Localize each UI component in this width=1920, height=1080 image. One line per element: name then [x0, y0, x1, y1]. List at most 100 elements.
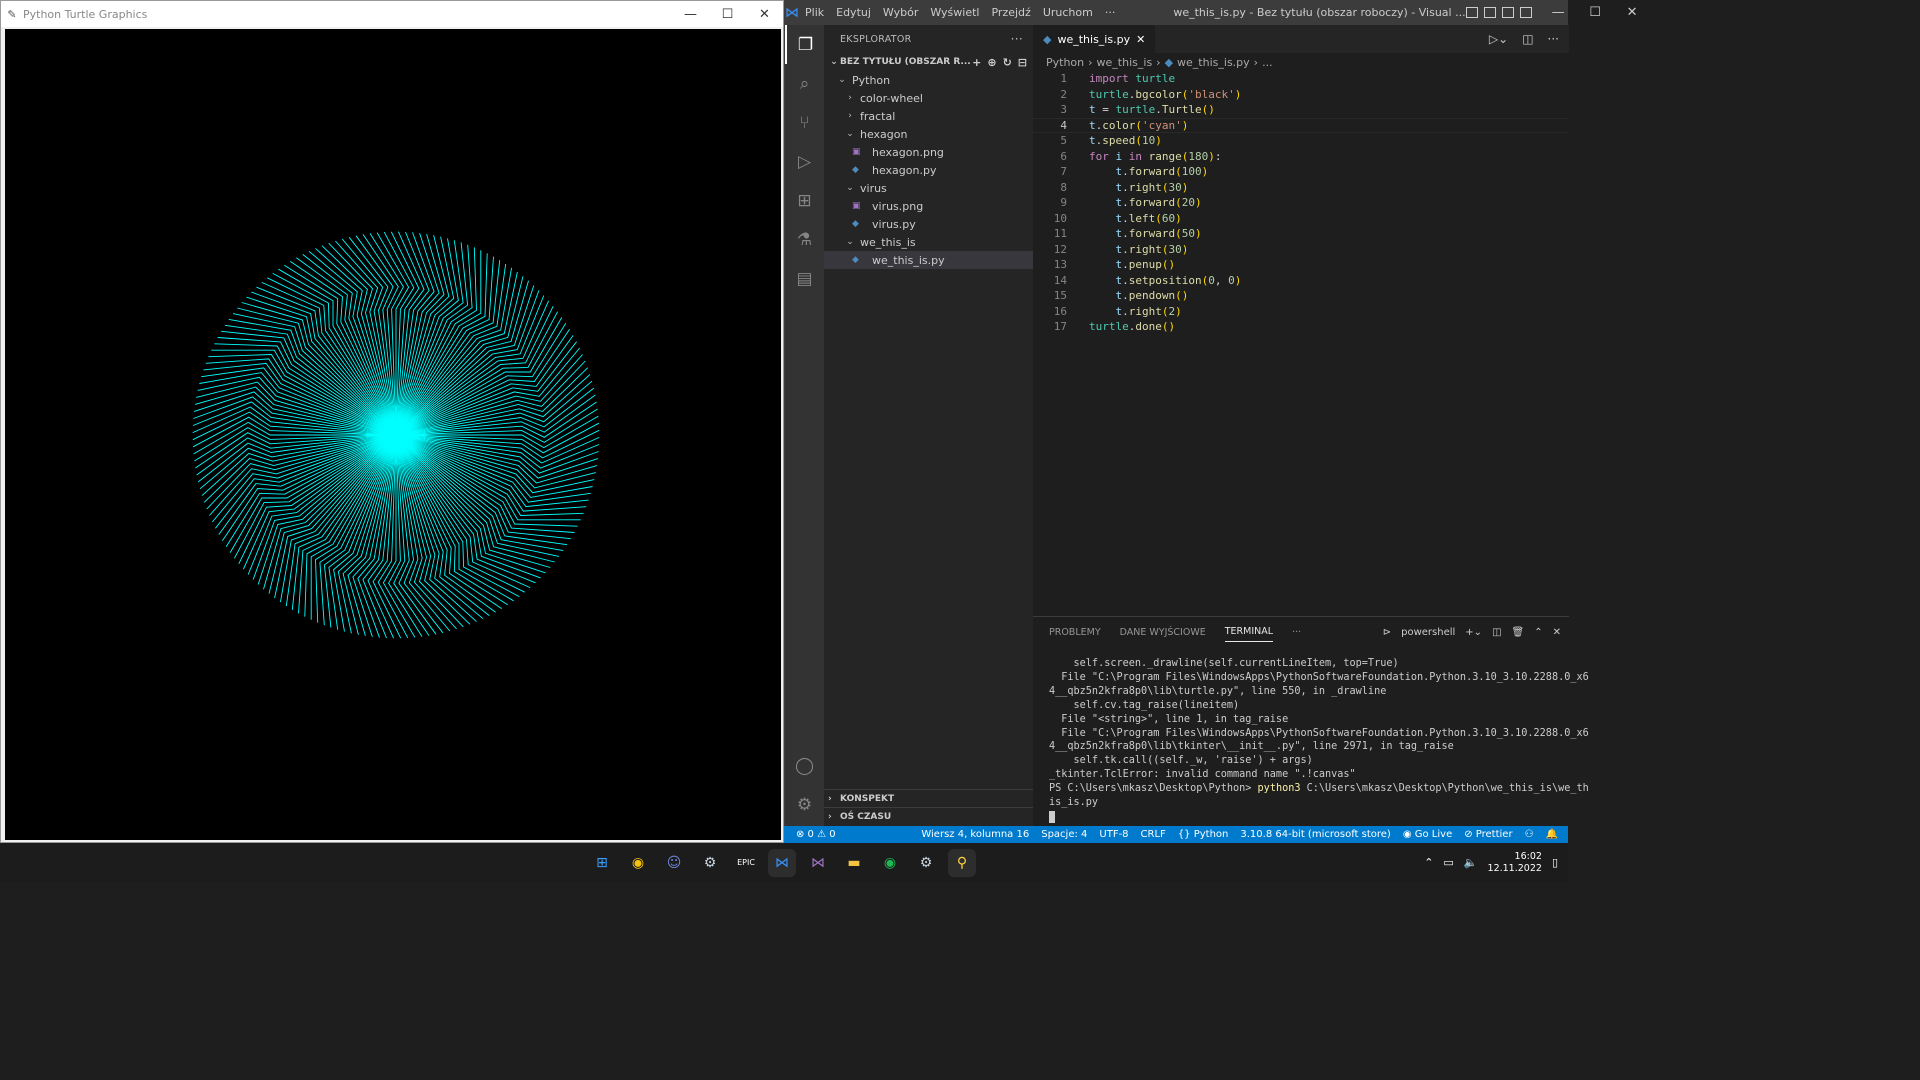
tab-problems[interactable]: PROBLEMY: [1049, 627, 1101, 638]
code-line[interactable]: 11 t.forward(50): [1033, 226, 1569, 242]
source-control-icon[interactable]: ⑂: [785, 103, 824, 142]
menu-item[interactable]: ···: [1099, 6, 1122, 19]
close-button[interactable]: ✕: [746, 7, 783, 22]
more-actions-icon[interactable]: ···: [1292, 627, 1301, 638]
timeline-section[interactable]: › OŚ CZASU: [824, 807, 1033, 825]
split-editor-icon[interactable]: ◫: [1522, 32, 1533, 46]
network-icon[interactable]: ▭: [1443, 856, 1453, 869]
new-terminal-icon[interactable]: +⌄: [1465, 627, 1482, 638]
menu-item[interactable]: Przejdź: [985, 6, 1036, 19]
indentation[interactable]: Spacje: 4: [1041, 829, 1087, 840]
minimize-button[interactable]: —: [1540, 5, 1577, 20]
tab-terminal[interactable]: TERMINAL: [1224, 626, 1274, 642]
toggle-panel-icon[interactable]: [1483, 7, 1496, 18]
split-terminal-icon[interactable]: ◫: [1492, 627, 1501, 638]
bell-icon[interactable]: 🔔: [1546, 829, 1558, 840]
code-line[interactable]: 7 t.forward(100): [1033, 164, 1569, 180]
chevron-up-icon[interactable]: ⌃: [1424, 856, 1433, 869]
steam-icon[interactable]: ⚙: [912, 849, 940, 877]
run-file-icon[interactable]: ▷⌄: [1489, 32, 1508, 46]
file-explorer-icon[interactable]: ▬: [840, 849, 868, 877]
terminal-output[interactable]: self.screen._drawline(self.currentLineIt…: [1033, 647, 1589, 823]
minimize-button[interactable]: —: [672, 7, 709, 22]
file-item[interactable]: ◆ we_this_is.py: [824, 251, 1033, 269]
cursor-position[interactable]: Wiersz 4, kolumna 16: [921, 829, 1029, 840]
refresh-icon[interactable]: ↻: [1003, 56, 1012, 69]
folder-item[interactable]: › fractal: [824, 107, 1033, 125]
steam-icon[interactable]: ⚙: [696, 849, 724, 877]
file-item[interactable]: ◆ virus.py: [824, 215, 1033, 233]
code-line[interactable]: 14 t.setposition(0, 0): [1033, 273, 1569, 289]
tab-we-this-is[interactable]: ◆ we_this_is.py ✕: [1033, 25, 1156, 53]
close-tab-icon[interactable]: ✕: [1136, 33, 1145, 46]
python-interpreter[interactable]: 3.10.8 64-bit (microsoft store): [1240, 829, 1390, 840]
notifications-icon[interactable]: ▯: [1552, 856, 1558, 869]
run-debug-icon[interactable]: ▷: [785, 142, 824, 181]
discord-icon[interactable]: ☺: [660, 849, 688, 877]
code-line[interactable]: 16 t.right(2): [1033, 304, 1569, 320]
volume-icon[interactable]: 🔈: [1464, 856, 1478, 869]
folder-item[interactable]: › color-wheel: [824, 89, 1033, 107]
file-item[interactable]: ▣ hexagon.png: [824, 143, 1033, 161]
menu-item[interactable]: Wybór: [877, 6, 924, 19]
workspace-header[interactable]: ⌄ BEZ TYTUŁU (OBSZAR R... + ⊕ ↻ ⊟: [824, 53, 1033, 71]
code-line[interactable]: 9 t.forward(20): [1033, 195, 1569, 211]
new-folder-icon[interactable]: ⊕: [987, 56, 996, 69]
account-icon[interactable]: ◯: [785, 746, 824, 785]
visual-studio-icon[interactable]: ⋈: [804, 849, 832, 877]
maximize-panel-icon[interactable]: ⌃: [1534, 627, 1542, 638]
accounts-icon[interactable]: ⚇: [1525, 829, 1534, 840]
code-line[interactable]: 17 turtle.done(): [1033, 319, 1569, 335]
folder-item[interactable]: ⌄ virus: [824, 179, 1033, 197]
windows-start-icon[interactable]: ⊞: [588, 849, 616, 877]
prettier-button[interactable]: ⊘ Prettier: [1464, 829, 1512, 840]
code-line[interactable]: 6 for i in range(180):: [1033, 149, 1569, 165]
folder-item[interactable]: ⌄ hexagon: [824, 125, 1033, 143]
code-line[interactable]: 4 t.color('cyan'): [1033, 118, 1569, 134]
epic-games-icon[interactable]: EPIC: [732, 849, 760, 877]
breadcrumb-item[interactable]: we_this_is: [1097, 56, 1153, 69]
code-line[interactable]: 10 t.left(60): [1033, 211, 1569, 227]
python-icon[interactable]: ⚲: [948, 848, 976, 877]
code-editor[interactable]: 1 import turtle 2 turtle.bgcolor('black') 3 t…: [1033, 71, 1569, 335]
close-panel-icon[interactable]: ✕: [1553, 627, 1561, 638]
vscode-icon[interactable]: ⋈: [768, 848, 796, 877]
folder-item[interactable]: ⌄ we_this_is: [824, 233, 1033, 251]
code-line[interactable]: 15 t.pendown(): [1033, 288, 1569, 304]
menu-item[interactable]: Wyświetl: [924, 6, 985, 19]
shell-label[interactable]: powershell: [1401, 627, 1455, 638]
notebook-icon[interactable]: ▤: [785, 259, 824, 298]
spotify-icon[interactable]: ◉: [876, 849, 904, 877]
breadcrumb-item[interactable]: Python: [1046, 56, 1084, 69]
collapse-all-icon[interactable]: ⊟: [1018, 56, 1027, 69]
toggle-secondary-sidebar-icon[interactable]: [1501, 7, 1514, 18]
gear-icon[interactable]: ⚙: [785, 785, 824, 824]
more-actions-icon[interactable]: ···: [1548, 32, 1559, 46]
search-icon[interactable]: ⌕: [785, 64, 824, 103]
testing-icon[interactable]: ⚗: [785, 220, 824, 259]
tab-output[interactable]: DANE WYJŚCIOWE: [1120, 627, 1206, 638]
extensions-icon[interactable]: ⊞: [785, 181, 824, 220]
code-line[interactable]: 8 t.right(30): [1033, 180, 1569, 196]
code-line[interactable]: 2 turtle.bgcolor('black'): [1033, 87, 1569, 103]
outline-section[interactable]: › KONSPEKT: [824, 789, 1033, 807]
breadcrumb-item[interactable]: ...: [1262, 56, 1273, 69]
code-line[interactable]: 13 t.penup(): [1033, 257, 1569, 273]
clock[interactable]: 16:02 12.11.2022: [1488, 851, 1542, 875]
line-endings[interactable]: CRLF: [1141, 829, 1166, 840]
folder-item[interactable]: ⌄ Python: [824, 71, 1033, 89]
encoding[interactable]: UTF-8: [1099, 829, 1128, 840]
maximize-button[interactable]: ☐: [709, 7, 746, 22]
code-line[interactable]: 1 import turtle: [1033, 71, 1569, 87]
maximize-button[interactable]: ☐: [1577, 5, 1614, 20]
close-button[interactable]: ✕: [1614, 5, 1651, 20]
problems-count[interactable]: ⊗ 0 ⚠ 0: [784, 829, 836, 840]
file-item[interactable]: ◆ hexagon.py: [824, 161, 1033, 179]
more-actions-icon[interactable]: ···: [1011, 32, 1023, 46]
go-live-button[interactable]: ◉ Go Live: [1403, 829, 1452, 840]
menu-item[interactable]: Uruchom: [1037, 6, 1099, 19]
file-item[interactable]: ▣ virus.png: [824, 197, 1033, 215]
trash-icon[interactable]: 🗑: [1512, 627, 1525, 638]
new-file-icon[interactable]: +: [972, 56, 981, 69]
menu-item[interactable]: Plik: [799, 6, 830, 19]
